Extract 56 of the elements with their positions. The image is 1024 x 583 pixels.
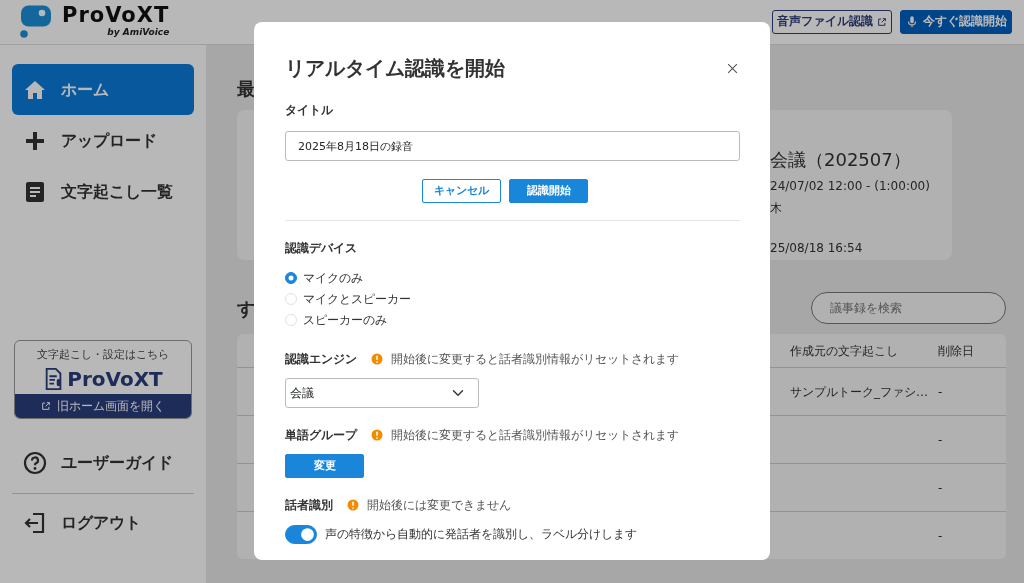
start-button[interactable]: 認識開始 <box>509 179 588 203</box>
sidebar-item[interactable]: アップロード <box>12 115 194 166</box>
field-label: 認識デバイス <box>285 240 358 257</box>
warning-icon <box>347 499 359 511</box>
table-cell-text: - <box>938 479 943 497</box>
column-header: 作成元の文字起こし <box>790 342 899 360</box>
promo-caption: 文字起こし・設定はこちら <box>36 347 170 363</box>
external-link-icon <box>877 17 887 27</box>
sidebar-item[interactable]: 文字起こし一覧 <box>12 166 194 217</box>
column-header: 削除日 <box>938 342 974 360</box>
external-link-icon <box>41 400 51 411</box>
table-cell-text: - <box>938 383 943 401</box>
field-label: 単語グループ <box>285 427 357 444</box>
section-heading: す <box>237 296 255 321</box>
field-label: 認識エンジン <box>285 351 357 368</box>
section-heading: 最 <box>237 77 256 101</box>
logo-byline: by AmiVoice <box>106 25 170 39</box>
toggle-switch[interactable] <box>285 524 317 544</box>
warning-icon <box>371 429 383 441</box>
logo-text: ProVoXT <box>62 4 170 26</box>
table-cell-text: - <box>938 527 943 545</box>
card-updated: 25/08/18 16:54 <box>770 240 864 257</box>
mic-icon <box>905 15 919 29</box>
logo-icon <box>18 3 54 41</box>
field-label: タイトル <box>285 102 334 119</box>
warning-note: 開始後に変更すると話者識別情報がリセットされます <box>391 351 679 368</box>
sidebar-item[interactable]: ホーム <box>12 64 194 115</box>
warning-note: 開始後には変更できません <box>367 497 511 514</box>
search-field[interactable]: 議事録を検索 <box>811 292 1006 324</box>
radio-button[interactable] <box>285 271 297 284</box>
document-icon <box>23 179 47 204</box>
radio-label: マイクのみ <box>303 269 363 287</box>
field-label: 話者識別 <box>285 497 333 514</box>
audio-file-button[interactable]: 音声ファイル認識 <box>772 10 892 34</box>
warning-note: 開始後に変更すると話者識別情報がリセットされます <box>391 427 679 444</box>
promo-logo-text: ProVoXT <box>67 365 163 393</box>
card-title: 会議（202507） <box>770 148 912 172</box>
radio-label: マイクとスピーカー <box>303 290 411 308</box>
radio-label: スピーカーのみ <box>303 311 387 329</box>
table-cell-text: - <box>938 431 943 449</box>
card-owner: 木 <box>770 200 783 217</box>
dialog-title: リアルタイム認識を開始 <box>285 55 505 82</box>
card-datetime: 24/07/02 12:00 - (1:00:00) <box>770 178 931 195</box>
logout-icon <box>23 511 47 535</box>
engine-select[interactable]: 会議 <box>285 378 479 408</box>
cancel-button[interactable]: キャンセル <box>422 179 501 203</box>
toggle-label: 声の特徴から自動的に発話者を識別し、ラベル分けします <box>325 526 637 543</box>
help-icon <box>23 451 47 475</box>
sidebar-item[interactable]: ログアウト <box>12 497 194 549</box>
title-input[interactable]: 2025年8月18日の録音 <box>285 131 740 161</box>
sidebar-item[interactable]: ユーザーガイド <box>12 437 194 489</box>
change-button[interactable]: 変更 <box>285 454 364 478</box>
table-cell: サンプルトーク_ファシ… <box>790 384 928 399</box>
old-home-link[interactable]: 旧ホーム画面を開く <box>15 393 191 418</box>
warning-icon <box>371 353 383 365</box>
start-now-button[interactable]: 今すぐ認識開始 <box>900 10 1012 34</box>
